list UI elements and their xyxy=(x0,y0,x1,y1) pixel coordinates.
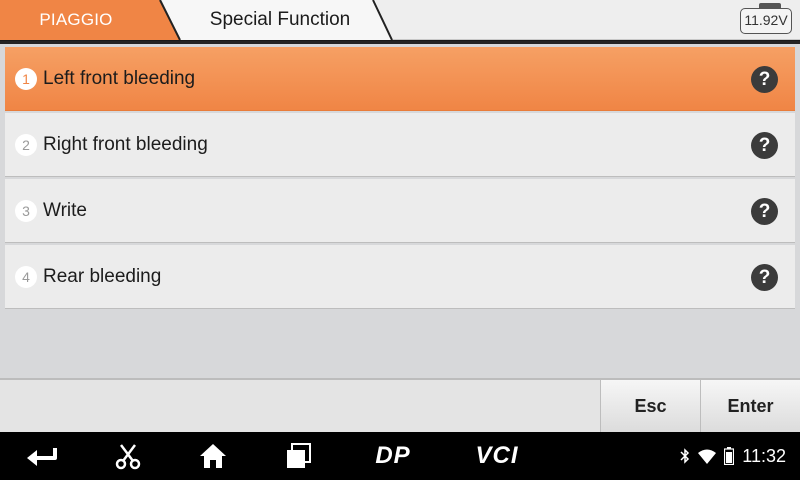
status-area: 11:32 xyxy=(680,432,786,480)
item-label: Right front bleeding xyxy=(43,134,208,155)
scissors-icon[interactable] xyxy=(98,432,158,480)
list-item-left-front-bleeding[interactable]: 1 Left front bleeding ? xyxy=(5,47,795,111)
item-number: 1 xyxy=(15,68,37,90)
bluetooth-icon xyxy=(680,448,690,464)
item-label: Rear bleeding xyxy=(43,266,162,287)
bottom-toolbar: Esc Enter xyxy=(0,378,800,432)
breadcrumb-brand[interactable]: PIAGGIO xyxy=(0,0,172,40)
recent-apps-icon[interactable] xyxy=(268,432,328,480)
header-bar: PIAGGIO Special Function 11.92V xyxy=(0,0,800,40)
enter-button[interactable]: Enter xyxy=(700,380,800,432)
page-title: Special Function xyxy=(209,9,351,30)
item-number: 4 xyxy=(15,266,37,288)
battery-icon xyxy=(724,447,735,465)
clock: 11:32 xyxy=(742,445,786,466)
function-list: 1 Left front bleeding ? 2 Right front bl… xyxy=(5,47,795,311)
vci-label: VCI xyxy=(475,442,519,469)
list-item-rear-bleeding[interactable]: 4 Rear bleeding ? xyxy=(5,245,795,309)
function-list-area: 1 Left front bleeding ? 2 Right front bl… xyxy=(0,41,800,378)
help-icon[interactable]: ? xyxy=(751,198,778,225)
vci-button[interactable]: VCI xyxy=(462,432,532,480)
item-label: Left front bleeding xyxy=(43,68,196,89)
dp-label: DP xyxy=(375,442,411,469)
item-label: Write xyxy=(43,200,87,221)
dp-button[interactable]: DP xyxy=(358,432,428,480)
system-nav-bar: DP VCI 11:32 xyxy=(0,432,800,480)
item-number: 2 xyxy=(15,134,37,156)
wifi-icon xyxy=(698,449,717,464)
help-icon[interactable]: ? xyxy=(751,264,778,291)
esc-button[interactable]: Esc xyxy=(600,380,700,432)
battery-voltage: 11.92V xyxy=(740,8,792,34)
item-number: 3 xyxy=(15,200,37,222)
list-item-right-front-bleeding[interactable]: 2 Right front bleeding ? xyxy=(5,113,795,177)
list-item-write[interactable]: 3 Write ? xyxy=(5,179,795,243)
back-icon[interactable] xyxy=(12,432,72,480)
help-icon[interactable]: ? xyxy=(751,66,778,93)
home-icon[interactable] xyxy=(183,432,243,480)
help-icon[interactable]: ? xyxy=(751,132,778,159)
